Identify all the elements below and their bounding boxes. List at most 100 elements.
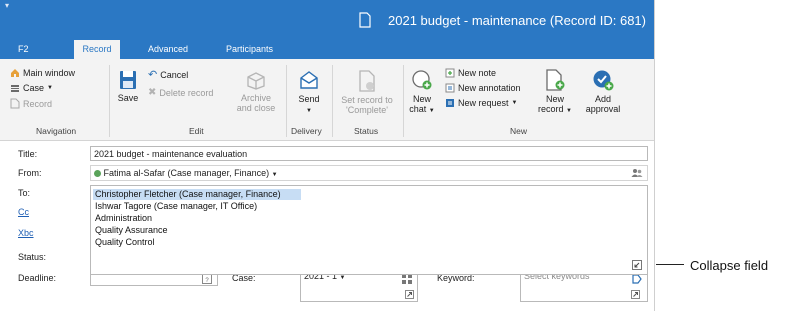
tab-participants[interactable]: Participants xyxy=(222,40,277,59)
deadline-label: Deadline: xyxy=(18,273,57,283)
tab-f2[interactable]: F2 xyxy=(14,40,33,59)
new-group-label: New xyxy=(510,126,528,136)
new-record-icon xyxy=(546,69,565,91)
new-annotation-button[interactable]: New annotation xyxy=(445,83,521,93)
chevron-down-icon[interactable]: ▼ xyxy=(272,172,278,178)
title-label: Title: xyxy=(18,149,38,159)
delete-record-label: Delete record xyxy=(159,87,214,98)
request-icon xyxy=(446,99,454,107)
navigation-group-label: Navigation xyxy=(36,126,77,136)
document-icon xyxy=(359,12,371,28)
add-approval-line2: approval xyxy=(585,104,621,114)
collapse-field-icon[interactable] xyxy=(632,260,642,270)
list-item[interactable]: Ishwar Tagore (Case manager, IT Office) xyxy=(93,201,259,212)
new-record-line1: New xyxy=(545,94,564,104)
document-check-icon xyxy=(359,70,375,92)
record-window: ▾ 2021 budget - maintenance (Record ID: … xyxy=(0,0,655,311)
title-bar: ▾ 2021 budget - maintenance (Record ID: … xyxy=(0,0,654,40)
window-title: 2021 budget - maintenance (Record ID: 68… xyxy=(388,13,646,28)
archive-label-line1: Archive xyxy=(240,93,271,103)
new-record-button[interactable]: New record ▼ xyxy=(538,69,572,116)
status-label: Status: xyxy=(18,252,47,262)
cancel-button[interactable]: ↶ Cancel xyxy=(148,68,188,81)
case-label: Case xyxy=(23,83,45,93)
to-recipients-list[interactable]: Christopher Fletcher (Case manager, Fina… xyxy=(90,185,648,275)
case-tree-icon[interactable] xyxy=(402,274,412,284)
new-request-button[interactable]: New request ▼ xyxy=(445,98,517,108)
expand-field-icon[interactable] xyxy=(631,290,640,299)
group-separator xyxy=(332,65,333,137)
participants-icon[interactable] xyxy=(631,168,643,178)
xbc-link[interactable]: Xbc xyxy=(18,228,34,238)
list-item[interactable]: Administration xyxy=(93,213,154,224)
delivery-group-label: Delivery xyxy=(291,126,322,136)
case-icon xyxy=(11,85,19,92)
main-window-button[interactable]: Main window xyxy=(10,68,75,78)
chevron-down-icon: ▼ xyxy=(428,108,435,114)
new-annotation-label: New annotation xyxy=(458,83,521,93)
archive-and-close-button[interactable]: Archive and close xyxy=(232,70,280,113)
archive-label-line2: and close xyxy=(236,103,276,113)
tab-record[interactable]: Record xyxy=(74,40,120,59)
title-input[interactable]: 2021 budget - maintenance evaluation xyxy=(90,146,648,161)
quick-access-menu-icon[interactable]: ▾ xyxy=(5,1,9,10)
tab-advanced[interactable]: Advanced xyxy=(144,40,192,59)
archive-box-icon xyxy=(247,72,265,90)
send-button[interactable]: Send ▼ xyxy=(292,69,326,116)
list-item[interactable]: Quality Assurance xyxy=(93,225,170,236)
send-label: Send xyxy=(298,94,320,104)
ribbon-tab-bar: F2 Record Advanced Participants xyxy=(0,40,654,59)
chevron-down-icon: ▼ xyxy=(566,108,572,114)
new-chat-line2: chat xyxy=(409,104,427,114)
case-field[interactable]: 2021 - 1 ▼ xyxy=(300,271,418,302)
new-record-line2: record xyxy=(538,104,564,114)
save-label: Save xyxy=(117,93,139,103)
new-note-button[interactable]: New note xyxy=(445,68,496,78)
undo-icon: ↶ xyxy=(148,69,158,81)
online-status-icon xyxy=(94,170,101,177)
to-label: To: xyxy=(18,188,31,198)
main-window-label: Main window xyxy=(23,68,76,78)
chevron-down-icon: ▼ xyxy=(511,100,518,106)
record-nav-label: Record xyxy=(23,98,53,109)
add-approval-button[interactable]: Add approval xyxy=(583,69,623,114)
callout-line xyxy=(656,264,684,265)
chevron-down-icon: ▼ xyxy=(47,85,53,91)
delete-record-button[interactable]: ✖ Delete record xyxy=(148,87,213,98)
chevron-down-icon[interactable]: ▼ xyxy=(340,275,346,281)
save-button[interactable]: Save xyxy=(115,70,141,103)
tag-icon[interactable] xyxy=(632,274,642,284)
send-envelope-icon xyxy=(300,71,318,89)
add-approval-line1: Add xyxy=(594,94,611,104)
set-complete-line2: 'Complete' xyxy=(346,105,388,115)
record-nav-button[interactable]: Record xyxy=(10,98,52,109)
delete-icon: ✖ xyxy=(148,87,157,98)
approval-check-icon xyxy=(593,70,614,91)
new-chat-button[interactable]: New chat ▼ xyxy=(407,69,437,116)
set-complete-button[interactable]: Set record to 'Complete' xyxy=(335,70,399,115)
annotation-icon xyxy=(445,83,455,93)
expand-field-icon[interactable] xyxy=(405,290,414,299)
ribbon: Main window Case ▼ Record Navigation Sav… xyxy=(0,59,654,141)
cc-link[interactable]: Cc xyxy=(18,207,29,217)
record-icon xyxy=(10,98,20,109)
from-field[interactable]: Fatima al-Safar (Case manager, Finance) … xyxy=(90,165,648,181)
cancel-label: Cancel xyxy=(160,69,189,80)
new-note-label: New note xyxy=(458,68,497,78)
chevron-down-icon: ▼ xyxy=(306,108,312,114)
from-label: From: xyxy=(18,168,42,178)
group-separator xyxy=(286,65,287,137)
list-item[interactable]: Christopher Fletcher (Case manager, Fina… xyxy=(93,189,301,200)
chat-bubble-icon xyxy=(412,70,432,90)
group-separator xyxy=(109,65,110,137)
collapse-field-callout: Collapse field xyxy=(690,258,769,273)
edit-group-label: Edit xyxy=(189,126,204,136)
keyword-field[interactable]: Select keywords xyxy=(520,271,648,302)
group-separator xyxy=(403,65,404,137)
new-chat-line1: New xyxy=(412,94,431,104)
note-icon xyxy=(445,68,455,78)
list-item[interactable]: Quality Control xyxy=(93,237,157,248)
calendar-icon[interactable]: ? xyxy=(202,274,212,284)
case-menu-button[interactable]: Case ▼ xyxy=(10,83,53,93)
status-group-label: Status xyxy=(354,126,379,136)
